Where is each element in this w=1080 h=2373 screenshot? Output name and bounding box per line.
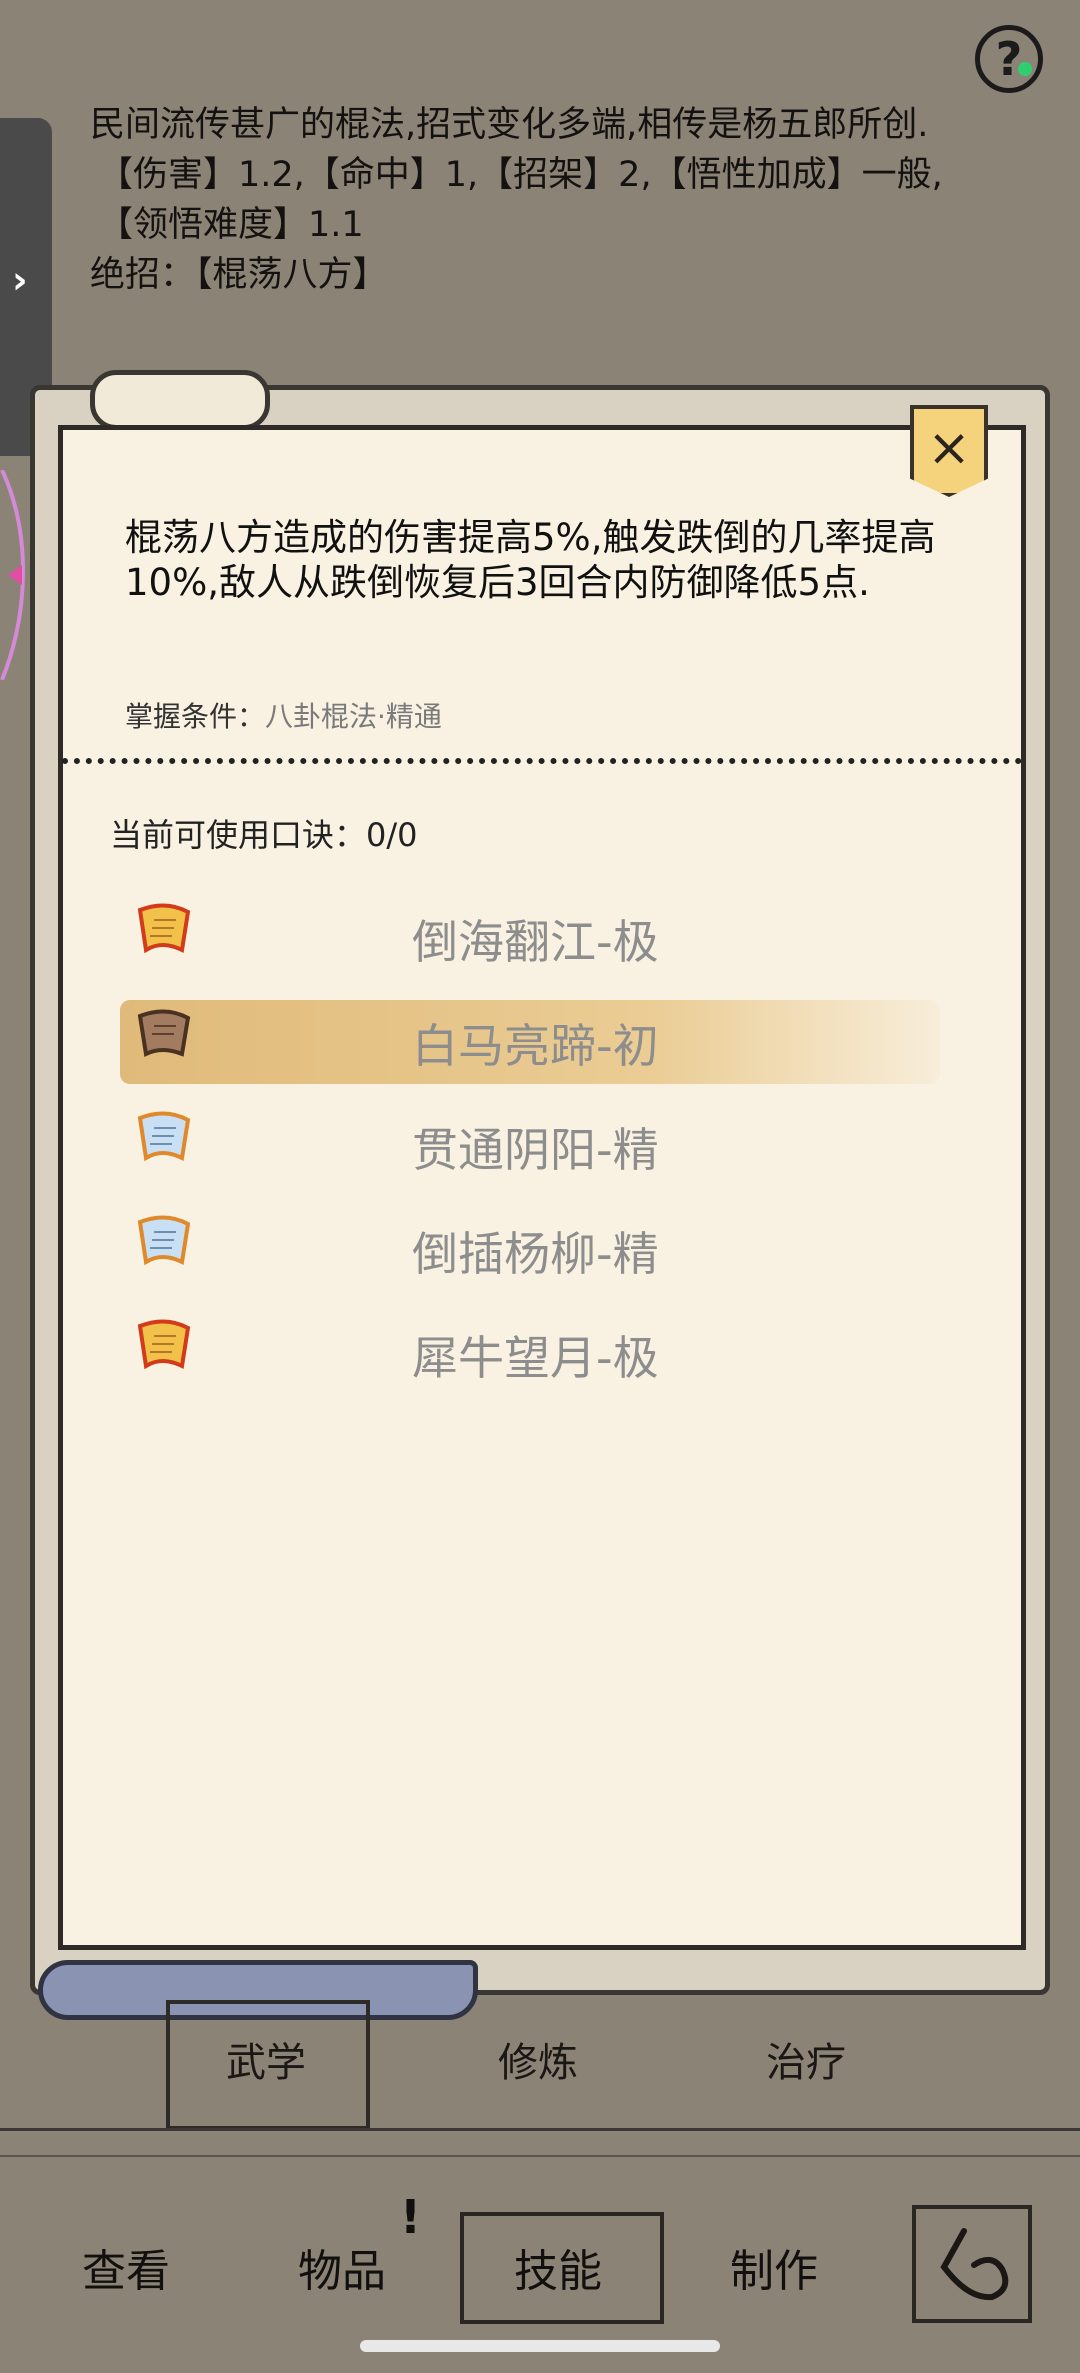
stats-line-2: 【领悟难度】1.1 <box>98 205 364 245</box>
back-arrow-icon <box>940 2228 1009 2301</box>
decorative-line <box>0 2155 1080 2157</box>
formula-name: 倒插杨柳-精 <box>412 1227 659 1281</box>
effect-text: 棍荡八方造成的伤害提高5%,触发跌倒的几率提高10%,敌人从跌倒恢复后3回合内防… <box>125 516 936 604</box>
home-indicator[interactable] <box>360 2340 720 2352</box>
nav-view[interactable]: 查看 <box>82 2235 170 2299</box>
side-glow-decoration <box>0 470 25 680</box>
alert-badge: ! <box>400 2190 421 2244</box>
formula-item[interactable]: 犀牛望月-极 <box>120 1308 950 1394</box>
tab-cultivate[interactable]: 修炼 <box>498 2030 578 2088</box>
chevron-right-icon: › <box>12 258 28 302</box>
close-button[interactable]: × <box>910 405 988 497</box>
ultimate-line: 绝招：【棍荡八方】 <box>90 250 1010 300</box>
tab-heal[interactable]: 治疗 <box>766 2030 846 2088</box>
notification-dot <box>1018 62 1032 76</box>
back-button[interactable] <box>912 2205 1032 2323</box>
tab-divider <box>0 2128 1080 2131</box>
requirement-label: 掌握条件： <box>125 700 266 733</box>
formula-item[interactable]: 贯通阴阳-精 <box>120 1100 950 1186</box>
blue-scroll-icon <box>137 1215 191 1266</box>
nav-items[interactable]: 物品 <box>298 2235 386 2299</box>
gold-scroll-icon <box>137 903 191 954</box>
formula-item[interactable]: 倒海翻江-极 <box>120 892 950 978</box>
requirement-value: 八卦棍法·精通 <box>265 700 442 733</box>
brown-scroll-icon <box>137 1009 191 1058</box>
stats-line-1: 【伤害】1.2,【命中】1,【招架】2,【悟性加成】一般, <box>98 155 943 195</box>
description-text: 民间流传甚广的棍法,招式变化多端,相传是杨五郎所创. <box>90 105 929 145</box>
nav-craft[interactable]: 制作 <box>730 2235 818 2299</box>
nav-skills[interactable]: 技能 <box>514 2235 602 2299</box>
available-formulas: 当前可使用口诀：0/0 <box>110 810 418 856</box>
blue-scroll-icon <box>137 1111 191 1162</box>
formula-name: 倒海翻江-极 <box>412 915 659 969</box>
help-button[interactable]: ? <box>975 25 1043 93</box>
available-value: 0/0 <box>366 816 418 854</box>
formula-panel <box>58 425 1026 1950</box>
scroll-roll-top <box>90 370 270 430</box>
requirement: 掌握条件：八卦棍法·精通 <box>125 695 442 735</box>
tab-martial-arts[interactable]: 武学 <box>226 2030 306 2088</box>
ultimate-label: 绝招： <box>90 255 196 295</box>
skill-description: 民间流传甚广的棍法,招式变化多端,相传是杨五郎所创. 【伤害】1.2,【命中】1… <box>90 100 1010 300</box>
ultimate-value: 【棍荡八方】 <box>195 255 388 295</box>
formula-item[interactable]: 倒插杨柳-精 <box>120 1204 950 1290</box>
formula-name: 白马亮蹄-初 <box>412 1019 659 1073</box>
formula-name: 贯通阴阳-精 <box>412 1123 659 1177</box>
available-label: 当前可使用口诀： <box>110 816 367 854</box>
dotted-divider <box>62 758 1022 764</box>
formula-item-selected[interactable]: 白马亮蹄-初 <box>120 996 950 1084</box>
formula-name: 犀牛望月-极 <box>412 1331 659 1385</box>
gold-scroll-icon <box>137 1319 191 1370</box>
